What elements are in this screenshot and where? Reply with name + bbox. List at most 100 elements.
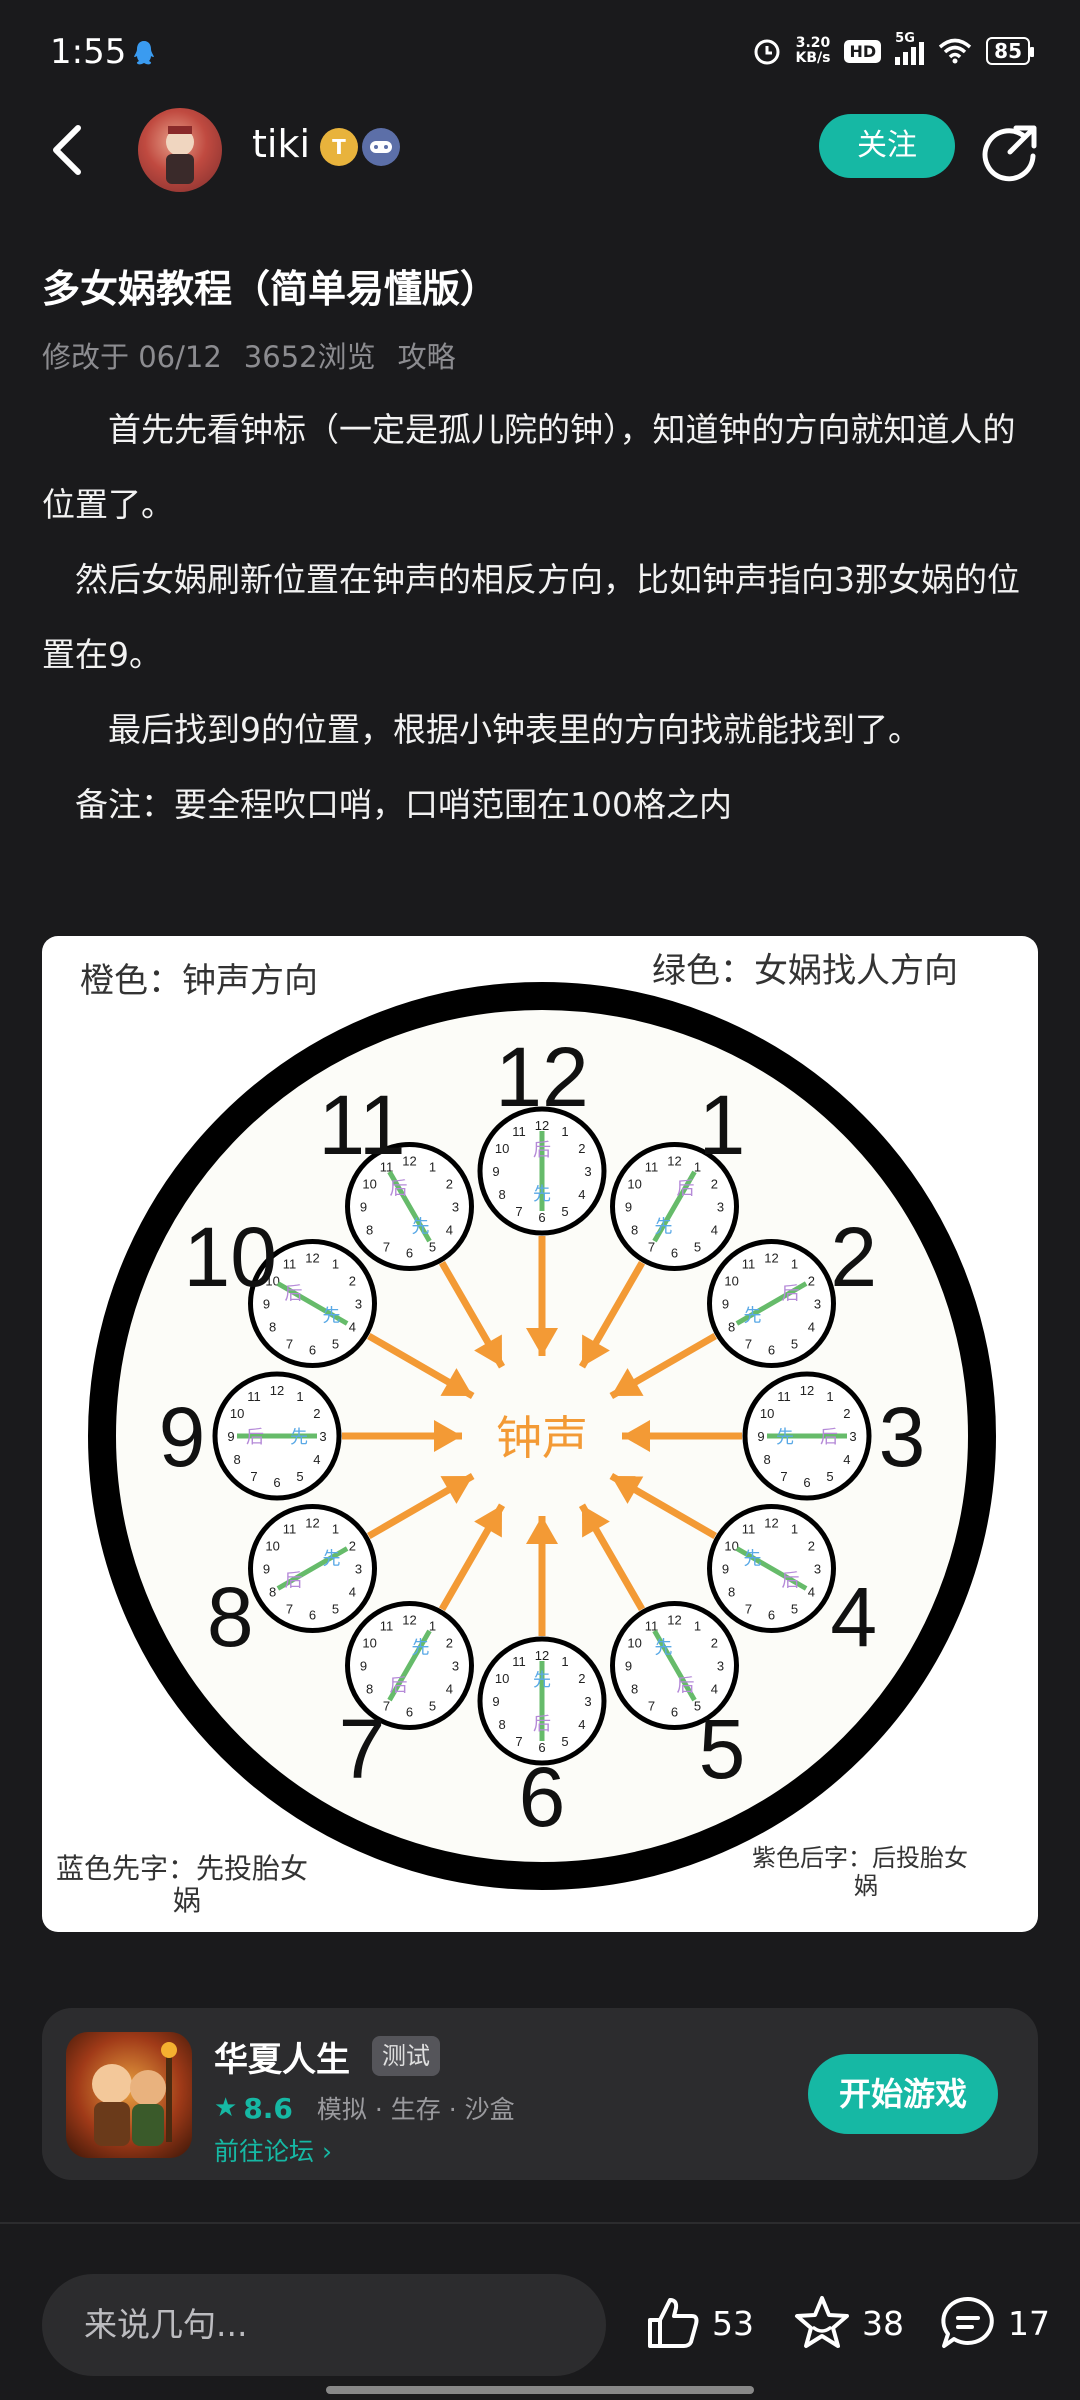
comment-button[interactable]: 17 — [938, 2294, 1050, 2352]
svg-text:2: 2 — [711, 1635, 718, 1650]
svg-text:6: 6 — [671, 1704, 678, 1719]
clock-diagram-image[interactable]: 橙色：钟声方向 绿色：女娲找人方向 12 1 2 3 4 5 6 7 8 9 10 11 先后 12 1 2 3… — [42, 936, 1038, 1932]
svg-text:11: 11 — [512, 1654, 526, 1669]
forum-link[interactable]: 前往论坛 › — [214, 2132, 332, 2168]
back-icon[interactable] — [48, 122, 88, 178]
svg-text:5: 5 — [561, 1204, 568, 1219]
legend-purple-line1: 紫色后字：后投胎女 — [752, 1845, 968, 1872]
rating-score: 8.6 — [243, 2091, 293, 2125]
svg-text:4: 4 — [446, 1223, 453, 1238]
svg-text:2: 2 — [578, 1141, 585, 1156]
svg-text:7: 7 — [286, 1336, 293, 1351]
svg-text:8: 8 — [234, 1452, 241, 1467]
comment-input[interactable]: 来说几句... — [42, 2274, 606, 2376]
svg-text:3: 3 — [849, 1429, 856, 1444]
svg-text:4: 4 — [808, 1585, 815, 1600]
svg-text:10: 10 — [627, 1177, 641, 1192]
svg-text:2: 2 — [808, 1539, 815, 1554]
svg-text:12: 12 — [764, 1516, 778, 1531]
follow-button[interactable]: 关注 — [819, 114, 955, 178]
mini-clock: 12 1234567891011先后 — [212, 1371, 342, 1501]
first-char: 先 — [743, 1306, 761, 1327]
svg-text:3: 3 — [319, 1429, 326, 1444]
svg-text:7: 7 — [515, 1734, 522, 1749]
star-icon: ★ — [214, 2093, 238, 2123]
svg-text:4: 4 — [313, 1452, 320, 1467]
later-char: 后 — [533, 1140, 551, 1161]
svg-text:10: 10 — [495, 1141, 509, 1156]
game-icon[interactable] — [66, 2032, 192, 2158]
svg-text:12: 12 — [800, 1383, 814, 1398]
later-char: 后 — [677, 1676, 695, 1697]
svg-text:7: 7 — [515, 1204, 522, 1219]
svg-text:5: 5 — [791, 1601, 798, 1616]
post-category[interactable]: 攻略 — [398, 334, 456, 376]
hour-number-10: 10 — [184, 1210, 277, 1304]
gamepad-badge-icon — [362, 128, 400, 166]
comment-count: 17 — [1008, 2303, 1050, 2343]
post-views: 3652浏览 — [243, 340, 376, 374]
game-name[interactable]: 华夏人生 — [214, 2032, 350, 2081]
svg-text:12: 12 — [305, 1251, 319, 1266]
favorite-button[interactable]: 38 — [792, 2294, 904, 2352]
username[interactable]: tiki — [252, 122, 310, 166]
post-header: tiki T 关注 — [0, 100, 1080, 200]
svg-text:10: 10 — [760, 1406, 774, 1421]
svg-text:3: 3 — [717, 1658, 724, 1673]
first-char: 先 — [655, 1217, 673, 1238]
first-char: 先 — [743, 1549, 761, 1570]
svg-text:7: 7 — [648, 1698, 655, 1713]
svg-text:5: 5 — [296, 1469, 303, 1484]
thumbs-up-icon — [648, 2298, 699, 2348]
hour-number-2: 2 — [830, 1210, 877, 1304]
svg-text:2: 2 — [313, 1406, 320, 1421]
paragraph: 备注：要全程吹口哨，口哨范围在100格之内 — [42, 785, 732, 824]
svg-text:3: 3 — [355, 1297, 362, 1312]
svg-text:5: 5 — [791, 1336, 798, 1351]
later-char: 后 — [390, 1676, 408, 1697]
svg-text:11: 11 — [283, 1257, 297, 1272]
share-icon[interactable] — [980, 122, 1040, 182]
game-card[interactable]: 华夏人生 测试 ★ 8.6 模拟 · 生存 · 沙盒 前往论坛 › 开始游戏 — [42, 2008, 1038, 2180]
like-count: 53 — [712, 2303, 754, 2343]
svg-text:4: 4 — [349, 1320, 356, 1335]
svg-text:8: 8 — [631, 1223, 638, 1238]
avatar[interactable] — [138, 108, 222, 192]
legend-orange: 橙色：钟声方向 — [80, 962, 318, 1000]
svg-text:6: 6 — [538, 1210, 545, 1225]
svg-text:1: 1 — [791, 1257, 798, 1272]
svg-text:3: 3 — [814, 1562, 821, 1577]
mini-clock: 12 1234567891011先后 — [477, 1636, 607, 1766]
svg-text:7: 7 — [250, 1469, 257, 1484]
home-indicator — [326, 2386, 754, 2394]
start-game-button[interactable]: 开始游戏 — [808, 2054, 998, 2134]
like-button[interactable]: 53 — [644, 2294, 754, 2352]
later-char: 后 — [782, 1284, 800, 1305]
later-char: 后 — [533, 1714, 551, 1735]
svg-text:8: 8 — [631, 1681, 638, 1696]
svg-text:7: 7 — [745, 1601, 752, 1616]
svg-text:11: 11 — [777, 1389, 791, 1404]
level-badge-icon: T — [320, 128, 358, 166]
svg-text:10: 10 — [230, 1406, 244, 1421]
svg-text:5: 5 — [561, 1734, 568, 1749]
test-badge: 测试 — [372, 2036, 440, 2076]
svg-text:3: 3 — [452, 1658, 459, 1673]
later-char: 后 — [284, 1571, 302, 1592]
comment-bubble-icon — [941, 2296, 994, 2348]
favorite-count: 38 — [862, 2303, 904, 2343]
svg-text:1: 1 — [332, 1522, 339, 1537]
wifi-icon — [939, 38, 972, 64]
first-char: 先 — [323, 1549, 341, 1570]
later-char: 后 — [284, 1284, 302, 1305]
svg-text:4: 4 — [578, 1717, 585, 1732]
svg-text:8: 8 — [728, 1585, 735, 1600]
svg-text:1: 1 — [561, 1654, 568, 1669]
svg-text:11: 11 — [742, 1257, 756, 1272]
game-rating: ★ 8.6 模拟 · 生存 · 沙盒 — [214, 2090, 515, 2126]
svg-text:12: 12 — [667, 1612, 681, 1627]
svg-text:6: 6 — [273, 1475, 280, 1490]
paragraph: 首先先看钟标（一定是孤儿院的钟），知道钟的方向就知道人的位置了。 — [42, 410, 1016, 524]
center-label: 钟声 — [496, 1412, 588, 1464]
svg-text:2: 2 — [446, 1177, 453, 1192]
